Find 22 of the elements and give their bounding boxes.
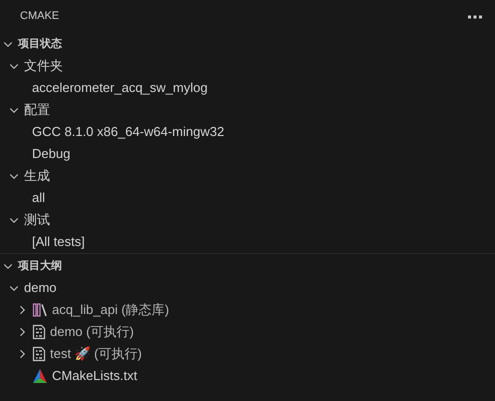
tree-item[interactable]: CMakeLists.txt [52, 366, 138, 386]
tree-item[interactable]: test 🚀 (可执行) [50, 344, 142, 364]
tree-item[interactable]: [All tests] [32, 232, 85, 252]
tree-item[interactable]: 配置 [24, 100, 50, 120]
tree-item[interactable]: Debug [32, 144, 70, 164]
binary-file-icon [32, 346, 46, 362]
tree-item[interactable]: 文件夹 [24, 56, 63, 76]
tree-item[interactable]: all [32, 188, 46, 208]
panel-title: CMAKE [20, 9, 60, 24]
tree-item[interactable]: 测试 [24, 210, 50, 230]
tree-item[interactable]: 生成 [24, 166, 50, 186]
section-header[interactable]: 项目大纲 [18, 258, 62, 274]
section-header[interactable]: 项目状态 [18, 36, 62, 52]
tree-item[interactable]: accelerometer_acq_sw_mylog [32, 78, 208, 98]
tree-item[interactable]: demo [24, 278, 57, 298]
more-actions-icon[interactable] [467, 14, 483, 18]
library-icon [32, 302, 48, 318]
tree-item[interactable]: acq_lib_api (静态库) [52, 300, 170, 320]
triangle-logo-icon [32, 368, 48, 384]
binary-file-icon [32, 324, 46, 340]
tree-item[interactable]: GCC 8.1.0 x86_64-w64-mingw32 [32, 122, 224, 142]
tree-item[interactable]: demo (可执行) [50, 322, 134, 342]
